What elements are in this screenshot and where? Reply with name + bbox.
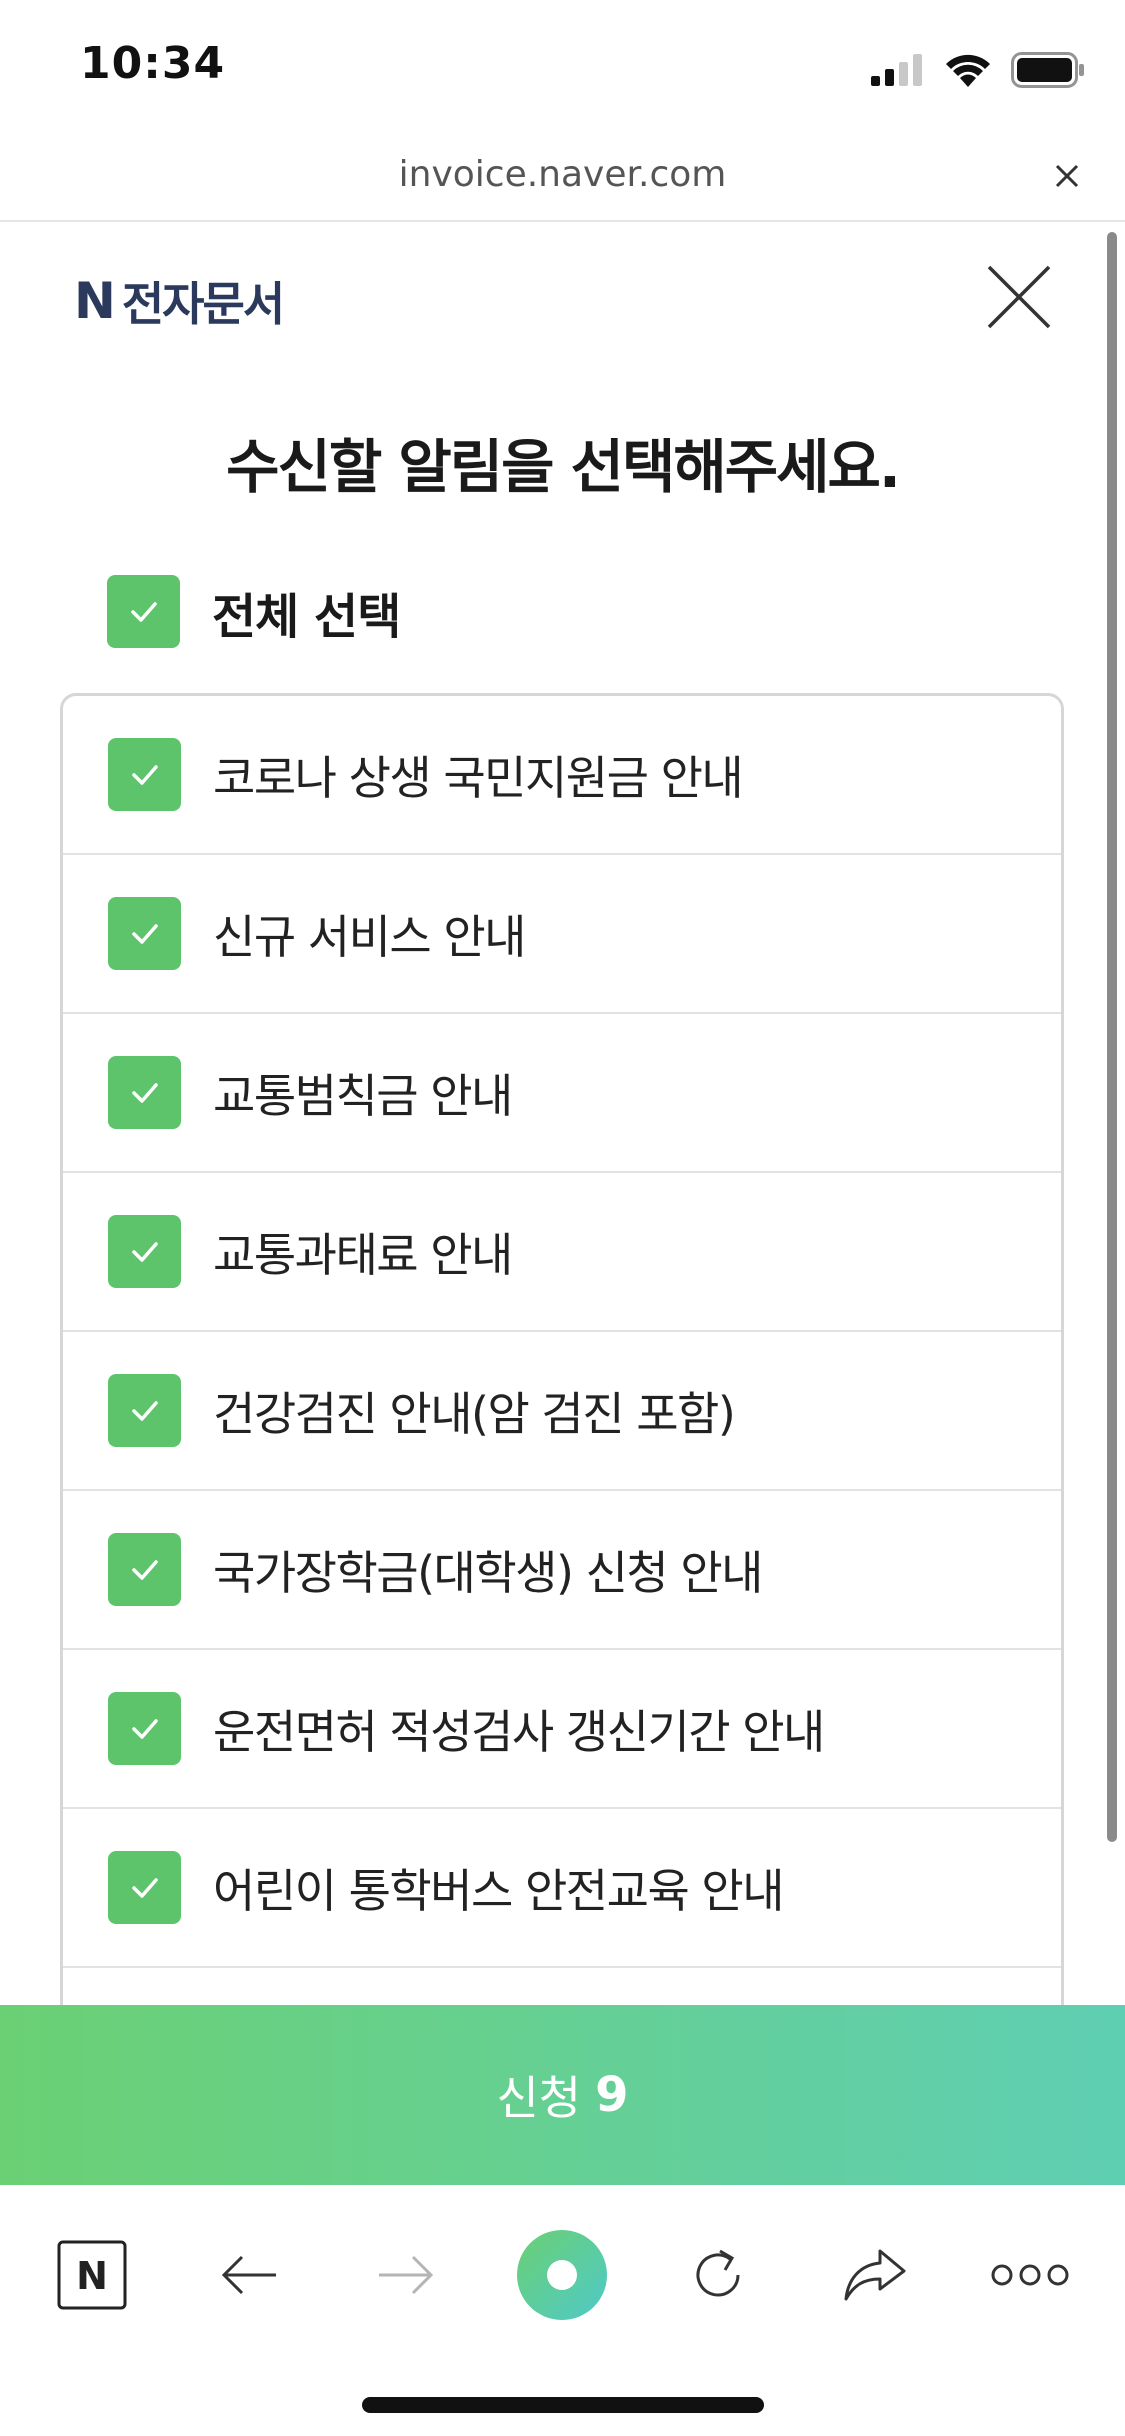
naver-logo: N [74,272,116,330]
forward-button[interactable] [355,2225,455,2325]
back-button[interactable] [200,2225,300,2325]
status-icons [871,50,1085,90]
checkbox-checked-icon[interactable] [108,1533,181,1606]
status-time: 10:34 [80,38,226,89]
naver-home-button[interactable]: N [42,2225,142,2325]
arrow-right-icon [379,2255,434,2295]
checkbox-checked-icon[interactable] [108,897,181,970]
naver-home-letter: N [76,2254,108,2298]
reload-button[interactable] [668,2225,768,2325]
list-item[interactable]: 운전면허 적성검사 갱신기간 안내 [63,1650,1061,1809]
page-title: 수신할 알림을 선택해주세요. [226,433,901,501]
list-item-label: 건강검진 안내(암 검진 포함) [213,1386,736,1441]
wifi-icon [946,54,990,87]
url-close-icon[interactable] [1045,154,1089,198]
apply-button-count: 9 [595,2067,629,2123]
checkbox-checked-icon[interactable] [108,1692,181,1765]
browser-toolbar: N [0,2185,1125,2365]
home-indicator[interactable] [362,2397,764,2413]
list-item[interactable]: 국가장학금(대학생) 신청 안내 [63,1491,1061,1650]
arrow-left-icon [221,2255,276,2295]
more-button[interactable] [980,2225,1080,2325]
list-item-label: 신규 서비스 안내 [213,909,526,964]
list-item[interactable]: 교통범칙금 안내 [63,1014,1061,1173]
list-item[interactable]: 어린이 통학버스 안전교육 안내 [63,1809,1061,1968]
list-item[interactable]: 신규 서비스 안내 [63,855,1061,1014]
list-item-label: 운전면허 적성검사 갱신기간 안내 [213,1704,825,1759]
list-item-label: 코로나 상생 국민지원금 안내 [213,750,744,805]
close-icon[interactable] [985,263,1053,331]
reload-icon [696,2249,740,2297]
list-item-label: 교통과태료 안내 [213,1227,513,1282]
list-item[interactable]: 교통과태료 안내 [63,1173,1061,1332]
share-button[interactable] [825,2225,925,2325]
checkbox-checked-icon[interactable] [108,1215,181,1288]
select-all-label: 전체 선택 [212,588,401,645]
list-item-label: 국가장학금(대학생) 신청 안내 [213,1545,763,1600]
brand-name: 전자문서 [121,277,285,331]
cellular-signal-icon [871,54,922,86]
select-all[interactable]: 전체 선택 [107,575,401,648]
checkbox-checked-icon[interactable] [108,1851,181,1924]
url-bar[interactable]: invoice.naver.com [0,140,1125,222]
checkbox-checked-icon[interactable] [107,575,180,648]
notification-list: 코로나 상생 국민지원금 안내 신규 서비스 안내 교통범칙금 안내 교통과태료… [60,693,1064,2033]
list-item-label: 교통범칙금 안내 [213,1068,513,1123]
checkbox-checked-icon[interactable] [108,1056,181,1129]
battery-icon [1011,52,1084,88]
checkbox-checked-icon[interactable] [108,1374,181,1447]
checkbox-checked-icon[interactable] [108,738,181,811]
apply-button-label: 신청 [496,2071,582,2125]
green-dot-icon [517,2230,607,2320]
page: 10:34 invoice.naver.com N 전자문서 수신할 알림을 선… [0,0,1125,2436]
status-bar: 10:34 [0,0,1125,140]
apply-button[interactable]: 신청 9 [0,2005,1125,2185]
share-icon [844,2249,906,2301]
list-item-label: 어린이 통학버스 안전교육 안내 [213,1863,785,1918]
naver-home-icon: N [57,2240,127,2310]
list-item[interactable]: 건강검진 안내(암 검진 포함) [63,1332,1061,1491]
brand: N 전자문서 [74,268,285,334]
green-dot-button[interactable] [512,2225,612,2325]
list-item[interactable]: 코로나 상생 국민지원금 안내 [63,696,1061,855]
url-text: invoice.naver.com [398,154,727,195]
more-icon [991,2264,1069,2286]
